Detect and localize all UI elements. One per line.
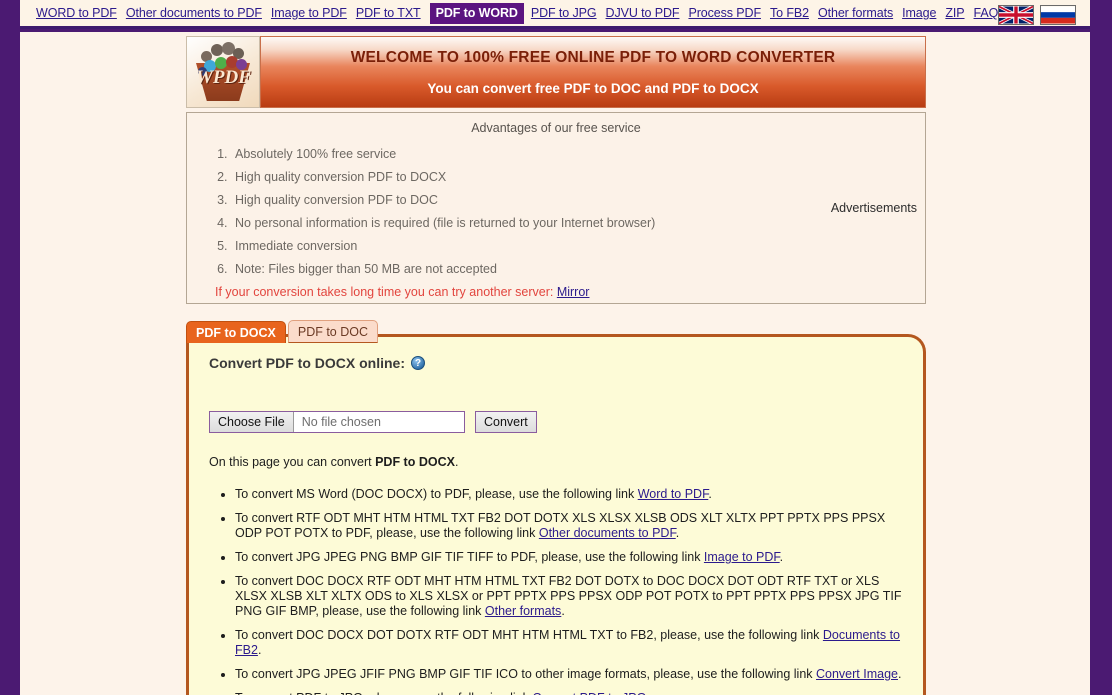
conversion-link-text-after: . xyxy=(561,604,565,618)
flag-russia-icon[interactable] xyxy=(1040,5,1076,25)
conversion-links-list: To convert MS Word (DOC DOCX) to PDF, pl… xyxy=(209,487,903,695)
mirror-note: If your conversion takes long time you c… xyxy=(215,285,925,299)
conversion-link-text-after: . xyxy=(257,643,262,657)
tab-pdf-to-doc[interactable]: PDF to DOC xyxy=(287,320,379,343)
nav-link-to-fb2[interactable]: To FB2 xyxy=(770,6,809,20)
conversion-link-text-after: . xyxy=(708,487,712,501)
banner-title: WELCOME TO 100% FREE ONLINE PDF TO WORD … xyxy=(350,48,836,66)
top-navigation-bar: WORD to PDF Other documents to PDF Image t… xyxy=(20,0,1090,29)
conversion-link-text-before: To convert DOC DOCX RTF ODT MHT HTM HTML… xyxy=(235,574,902,618)
nav-link-process-pdf[interactable]: Process PDF xyxy=(688,6,761,20)
conversion-link-text-after: . xyxy=(897,667,902,681)
conversion-panel-inner: Convert PDF to DOCX online: ? Choose Fil… xyxy=(189,337,923,695)
conversion-link-item: To convert DOC DOCX DOT DOTX RTF ODT MHT… xyxy=(235,628,903,658)
nav-link-other-documents-to-pdf[interactable]: Other documents to PDF xyxy=(126,6,262,20)
conversion-link-text-before: To convert MS Word (DOC DOCX) to PDF, pl… xyxy=(235,487,638,501)
nav-link-djvu-to-pdf[interactable]: DJVU to PDF xyxy=(606,6,680,20)
mirror-note-text: If your conversion takes long time you c… xyxy=(215,285,557,299)
nav-link-zip[interactable]: ZIP xyxy=(945,6,964,20)
advantages-box: Advantages of our free service Absolutel… xyxy=(186,112,926,304)
conversion-link-item: To convert JPG JPEG JFIF PNG BMP GIF TIF… xyxy=(235,667,903,682)
advantage-item: High quality conversion PDF to DOCX xyxy=(231,170,925,184)
banner-subtitle: You can convert free PDF to DOC and PDF … xyxy=(427,80,759,96)
nav-link-word-to-pdf[interactable]: WORD to PDF xyxy=(36,6,117,20)
choose-file-button[interactable]: Choose File xyxy=(210,412,294,432)
chosen-file-name: No file chosen xyxy=(301,415,381,429)
header-banner-row: WPDF WELCOME TO 100% FREE ONLINE PDF TO … xyxy=(186,36,926,108)
nav-links-group: WORD to PDF Other documents to PDF Image t… xyxy=(20,3,1007,24)
nav-link-other-formats[interactable]: Other formats xyxy=(818,6,893,20)
nav-link-image[interactable]: Image xyxy=(902,6,936,20)
page-description-bold: PDF to DOCX xyxy=(375,455,455,469)
conversion-link[interactable]: Other formats xyxy=(485,604,561,618)
conversion-link-item: To convert RTF ODT MHT HTM HTML TXT FB2 … xyxy=(235,511,903,541)
advantage-item: High quality conversion PDF to DOC xyxy=(231,193,925,207)
mirror-link[interactable]: Mirror xyxy=(557,285,590,299)
conversion-link-item: To convert DOC DOCX RTF ODT MHT HTM HTML… xyxy=(235,574,903,619)
nav-link-image-to-pdf[interactable]: Image to PDF xyxy=(271,6,347,20)
convert-heading: Convert PDF to DOCX online: ? xyxy=(209,355,903,371)
conversion-link[interactable]: Word to PDF xyxy=(638,487,709,501)
advantage-item: Note: Files bigger than 50 MB are not ac… xyxy=(231,262,925,276)
language-flags-group xyxy=(998,4,1076,26)
page-description-prefix: On this page you can convert xyxy=(209,455,376,469)
upload-row: Choose File No file chosen Convert xyxy=(209,411,903,433)
site-logo[interactable]: WPDF xyxy=(186,36,260,108)
page-description: On this page you can convert PDF to DOCX… xyxy=(209,455,903,469)
file-input-control[interactable]: Choose File No file chosen xyxy=(209,411,465,433)
conversion-link-text-after: . xyxy=(779,550,784,564)
tab-pdf-to-docx[interactable]: PDF to DOCX xyxy=(186,321,286,343)
conversion-panel: Convert PDF to DOCX online: ? Choose Fil… xyxy=(186,334,926,695)
conversion-link-text-after: . xyxy=(646,691,649,695)
conversion-link[interactable]: Image to PDF xyxy=(704,550,780,564)
flag-uk-icon[interactable] xyxy=(998,4,1034,26)
conversion-link-item: To convert PDF to JPG, please, use the f… xyxy=(235,691,903,695)
nav-link-faq[interactable]: FAQ xyxy=(974,6,999,20)
logo-text: WPDF xyxy=(196,67,251,88)
advantage-item: Immediate conversion xyxy=(231,239,925,253)
advantages-list: Absolutely 100% free service High quality… xyxy=(187,147,925,276)
advantages-title: Advantages of our free service xyxy=(471,121,641,135)
conversion-link-text-before: To convert DOC DOCX DOT DOTX RTF ODT MHT… xyxy=(235,628,823,642)
page-description-suffix: . xyxy=(454,455,459,469)
convert-heading-text: Convert PDF to DOCX online: xyxy=(209,355,405,371)
advantage-item: Absolutely 100% free service xyxy=(231,147,925,161)
conversion-link-text-before: To convert PDF to JPG, please, use the f… xyxy=(235,691,532,695)
welcome-banner: WELCOME TO 100% FREE ONLINE PDF TO WORD … xyxy=(260,36,926,108)
convert-button[interactable]: Convert xyxy=(475,411,537,433)
conversion-link-text-before: To convert JPG JPEG JFIF PNG BMP GIF TIF… xyxy=(235,667,816,681)
nav-link-pdf-to-jpg[interactable]: PDF to JPG xyxy=(531,6,597,20)
advantage-item: No personal information is required (fil… xyxy=(231,216,925,230)
advertisements-label: Advertisements xyxy=(830,201,917,215)
page-content-area: WPDF WELCOME TO 100% FREE ONLINE PDF TO … xyxy=(20,32,1090,695)
conversion-link[interactable]: Convert PDF to JPG xyxy=(532,691,646,695)
conversion-link-item: To convert JPG JPEG PNG BMP GIF TIF TIFF… xyxy=(235,550,903,565)
conversion-link-text-before: To convert JPG JPEG PNG BMP GIF TIF TIFF… xyxy=(235,550,704,564)
conversion-link-item: To convert MS Word (DOC DOCX) to PDF, pl… xyxy=(235,487,903,502)
conversion-link[interactable]: Other documents to PDF xyxy=(539,526,676,540)
nav-link-pdf-to-word[interactable]: PDF to WORD xyxy=(429,3,524,24)
conversion-link[interactable]: Convert Image xyxy=(816,667,898,681)
conversion-tabs: PDF to DOCX PDF to DOC xyxy=(186,320,379,343)
help-question-icon[interactable]: ? xyxy=(411,356,425,370)
nav-link-pdf-to-txt[interactable]: PDF to TXT xyxy=(356,6,421,20)
conversion-link-text-after: . xyxy=(675,526,680,540)
